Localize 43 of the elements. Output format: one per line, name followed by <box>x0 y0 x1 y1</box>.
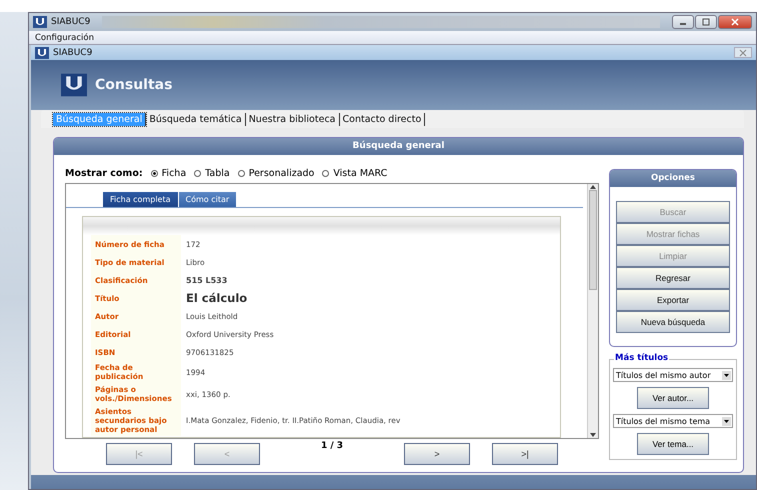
tab[interactable]: Contacto directo <box>340 112 426 126</box>
menu-item[interactable]: Configuración <box>35 32 94 42</box>
close-button[interactable] <box>734 47 752 58</box>
tab[interactable]: Cómo citar <box>178 192 236 207</box>
minimize-button[interactable] <box>672 15 694 29</box>
panel-title: Búsqueda general <box>54 138 743 155</box>
view-topic-button[interactable]: Ver tema... <box>637 433 709 455</box>
show-as-label: Mostrar como: <box>65 168 143 178</box>
dropdown[interactable]: Títulos del mismo autor <box>613 368 733 382</box>
tab[interactable]: Nuestra biblioteca <box>246 112 340 126</box>
close-icon <box>739 48 747 56</box>
group-title: Más títulos <box>614 353 670 363</box>
logo-icon <box>35 46 49 58</box>
page-indicator: 1 / 3 <box>320 441 344 451</box>
maximize-icon <box>701 18 711 26</box>
dropdown[interactable]: Títulos del mismo tema <box>613 414 733 428</box>
last-page-button[interactable]: >| <box>492 443 558 465</box>
radio-option[interactable]: Ficha <box>150 168 186 178</box>
radio-option[interactable]: Personalizado <box>238 168 314 178</box>
caret-icon <box>722 416 731 426</box>
radio-option[interactable]: Vista MARC <box>322 168 388 178</box>
field-value: El cálculo <box>185 291 248 305</box>
page-title: Consultas <box>95 77 172 93</box>
radio-option[interactable]: Tabla <box>194 168 230 178</box>
option-button[interactable]: Nueva búsqueda <box>616 311 730 333</box>
logo-icon <box>61 73 87 97</box>
scroll-down-icon[interactable] <box>589 432 597 438</box>
logo-icon <box>33 16 47 28</box>
close-icon <box>730 18 740 26</box>
tab[interactable]: Ficha completa <box>103 192 178 207</box>
maximize-button[interactable] <box>695 15 717 29</box>
next-page-button[interactable]: > <box>404 443 470 465</box>
scrollbar[interactable] <box>587 184 598 438</box>
tab[interactable]: Búsqueda temática <box>146 112 246 126</box>
field-value: 515 L533 <box>185 276 228 284</box>
caret-icon <box>722 370 731 380</box>
close-button[interactable] <box>718 15 752 29</box>
panel-title: Opciones <box>610 170 736 187</box>
window-title: SIABUC9 <box>51 17 90 27</box>
option-button[interactable]: Regresar <box>616 267 730 289</box>
window-title: SIABUC9 <box>53 48 94 58</box>
option-button[interactable]: Exportar <box>616 289 730 311</box>
view-author-button[interactable]: Ver autor... <box>637 387 709 409</box>
